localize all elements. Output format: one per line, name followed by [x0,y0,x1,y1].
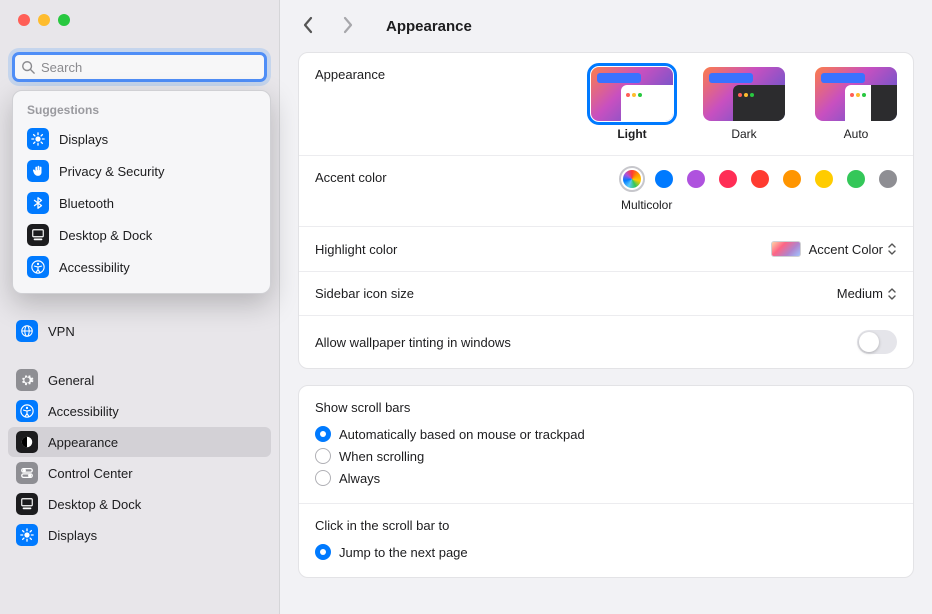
suggestion-label: Bluetooth [59,196,114,211]
sidebar-icon-size-popup[interactable]: Medium [837,286,897,301]
radio-button[interactable] [315,470,331,486]
sidebar-item-label: Desktop & Dock [48,497,141,512]
accent-color-green[interactable] [847,170,865,188]
accent-color-blue[interactable] [655,170,673,188]
highlight-color-swatch [771,241,801,257]
accent-color-yellow[interactable] [815,170,833,188]
sidebar-item-label: Displays [48,528,97,543]
radio-button[interactable] [315,448,331,464]
popup-arrows-icon [887,287,897,301]
scroll-panel: Show scroll bars Automatically based on … [298,385,914,578]
globe-icon [16,320,38,342]
switches-icon [16,462,38,484]
search-field[interactable] [12,52,267,82]
sidebar-item-desktop-dock[interactable]: Desktop & Dock [8,489,271,519]
appearance-option-label: Dark [731,127,756,141]
close-window-button[interactable] [18,14,30,26]
suggestion-desktop-dock[interactable]: Desktop & Dock [13,219,270,251]
appearance-label: Appearance [315,67,385,82]
sidebar-item-label: Control Center [48,466,133,481]
accent-color-red[interactable] [751,170,769,188]
radio-label: Always [339,471,380,486]
search-icon [21,60,35,74]
wallpaper-tinting-toggle[interactable] [857,330,897,354]
appearance-icon [16,431,38,453]
bluetooth-icon [27,192,49,214]
radio-label: When scrolling [339,449,424,464]
highlight-color-label: Highlight color [315,242,397,257]
wallpaper-tinting-label: Allow wallpaper tinting in windows [315,335,511,350]
suggestion-displays[interactable]: Displays [13,123,270,155]
highlight-color-value: Accent Color [809,242,883,257]
accent-color-graphite[interactable] [879,170,897,188]
show-scroll-bars-label: Show scroll bars [315,400,897,415]
accent-color-label: Accent color [315,170,387,185]
accent-color-purple[interactable] [687,170,705,188]
dock-icon [16,493,38,515]
suggestion-label: Accessibility [59,260,130,275]
main-content: Appearance Appearance Light Dark Auto Acce… [280,0,932,614]
appearance-panel: Appearance Light Dark Auto Accent color Mu… [298,52,914,369]
suggestion-label: Privacy & Security [59,164,164,179]
radio-option[interactable]: Jump to the next page [315,541,897,563]
click-scroll-bar-label: Click in the scroll bar to [315,518,897,533]
sidebar-item-general[interactable]: General [8,365,271,395]
hand-icon [27,160,49,182]
appearance-option-light[interactable] [591,67,673,121]
zoom-window-button[interactable] [58,14,70,26]
popup-arrows-icon [887,242,897,256]
minimize-window-button[interactable] [38,14,50,26]
sidebar: Suggestions Displays Privacy & Security Bl… [0,0,280,614]
sidebar-item-displays[interactable]: Displays [8,520,271,550]
gear-icon [16,369,38,391]
back-button[interactable] [298,12,318,41]
appearance-option-auto[interactable] [815,67,897,121]
suggestion-label: Displays [59,132,108,147]
appearance-option-label: Auto [844,127,869,141]
accent-color-multicolor[interactable] [623,170,641,188]
sidebar-item-label: General [48,373,94,388]
sun-icon [27,128,49,150]
appearance-option-dark[interactable] [703,67,785,121]
suggestion-bluetooth[interactable]: Bluetooth [13,187,270,219]
sidebar-item-control-center[interactable]: Control Center [8,458,271,488]
suggestions-header: Suggestions [13,99,270,123]
accessibility-icon [16,400,38,422]
search-input[interactable] [35,60,258,75]
search-suggestions-popover: Suggestions Displays Privacy & Security Bl… [12,90,271,294]
radio-option[interactable]: When scrolling [315,445,897,467]
appearance-option-label: Light [617,127,646,141]
sidebar-item-label: Appearance [48,435,118,450]
radio-button[interactable] [315,426,331,442]
radio-label: Jump to the next page [339,545,468,560]
suggestion-privacy-security[interactable]: Privacy & Security [13,155,270,187]
sidebar-icon-size-value: Medium [837,286,883,301]
highlight-color-popup[interactable]: Accent Color [809,242,897,257]
radio-button[interactable] [315,544,331,560]
suggestion-label: Desktop & Dock [59,228,152,243]
sidebar-item-label: Accessibility [48,404,119,419]
sidebar-item-appearance[interactable]: Appearance [8,427,271,457]
radio-option[interactable]: Automatically based on mouse or trackpad [315,423,897,445]
window-controls [0,0,279,42]
sidebar-item-vpn[interactable]: VPN [8,316,271,346]
accent-selected-label: Multicolor [621,198,672,212]
accessibility-icon [27,256,49,278]
toolbar: Appearance [280,0,932,52]
accent-color-orange[interactable] [783,170,801,188]
radio-label: Automatically based on mouse or trackpad [339,427,585,442]
dock-icon [27,224,49,246]
accent-color-pink[interactable] [719,170,737,188]
forward-button[interactable] [338,12,358,41]
sidebar-item-accessibility[interactable]: Accessibility [8,396,271,426]
suggestion-accessibility[interactable]: Accessibility [13,251,270,283]
page-title: Appearance [386,18,472,35]
radio-option[interactable]: Always [315,467,897,489]
sun-icon [16,524,38,546]
sidebar-item-label: VPN [48,324,75,339]
sidebar-icon-size-label: Sidebar icon size [315,286,414,301]
